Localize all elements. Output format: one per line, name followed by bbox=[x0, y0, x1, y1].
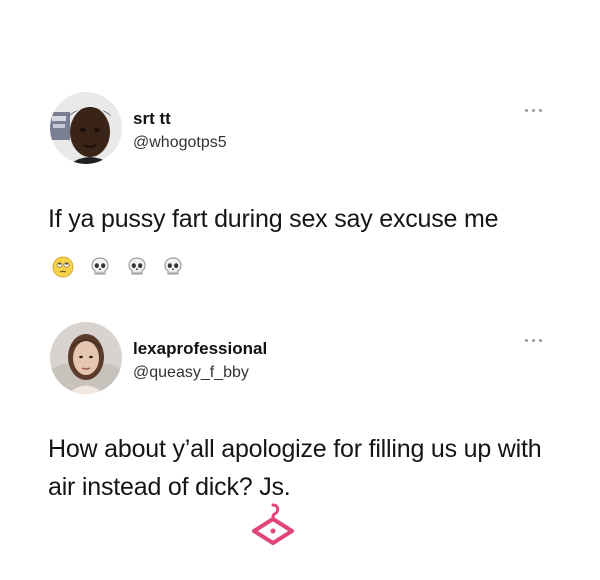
skull-emoji bbox=[89, 251, 111, 275]
display-name[interactable]: srt tt bbox=[133, 109, 171, 129]
skull-emoji bbox=[162, 251, 184, 275]
more-options-icon[interactable] bbox=[525, 106, 547, 116]
avatar[interactable] bbox=[50, 322, 122, 394]
rolling-eyes-emoji bbox=[52, 251, 74, 278]
tweet-text-content: If ya pussy fart during sex say excuse m… bbox=[48, 205, 499, 233]
display-name[interactable]: lexaprofessional bbox=[133, 339, 267, 359]
user-handle[interactable]: @queasy_f_bby bbox=[133, 364, 249, 382]
tweet-text: If ya pussy fart during sex say excuse m… bbox=[48, 200, 548, 280]
more-options-icon[interactable] bbox=[525, 336, 547, 346]
skull-emoji bbox=[126, 251, 148, 275]
emoji-row bbox=[52, 242, 192, 280]
user-handle[interactable]: @whogotps5 bbox=[133, 134, 227, 152]
tweet-text: How about y’all apologize for filling us… bbox=[48, 430, 548, 506]
avatar[interactable] bbox=[50, 92, 122, 164]
hanger-watermark-icon bbox=[248, 500, 298, 558]
tweet-text-content: How about y’all apologize for filling us… bbox=[48, 435, 542, 501]
